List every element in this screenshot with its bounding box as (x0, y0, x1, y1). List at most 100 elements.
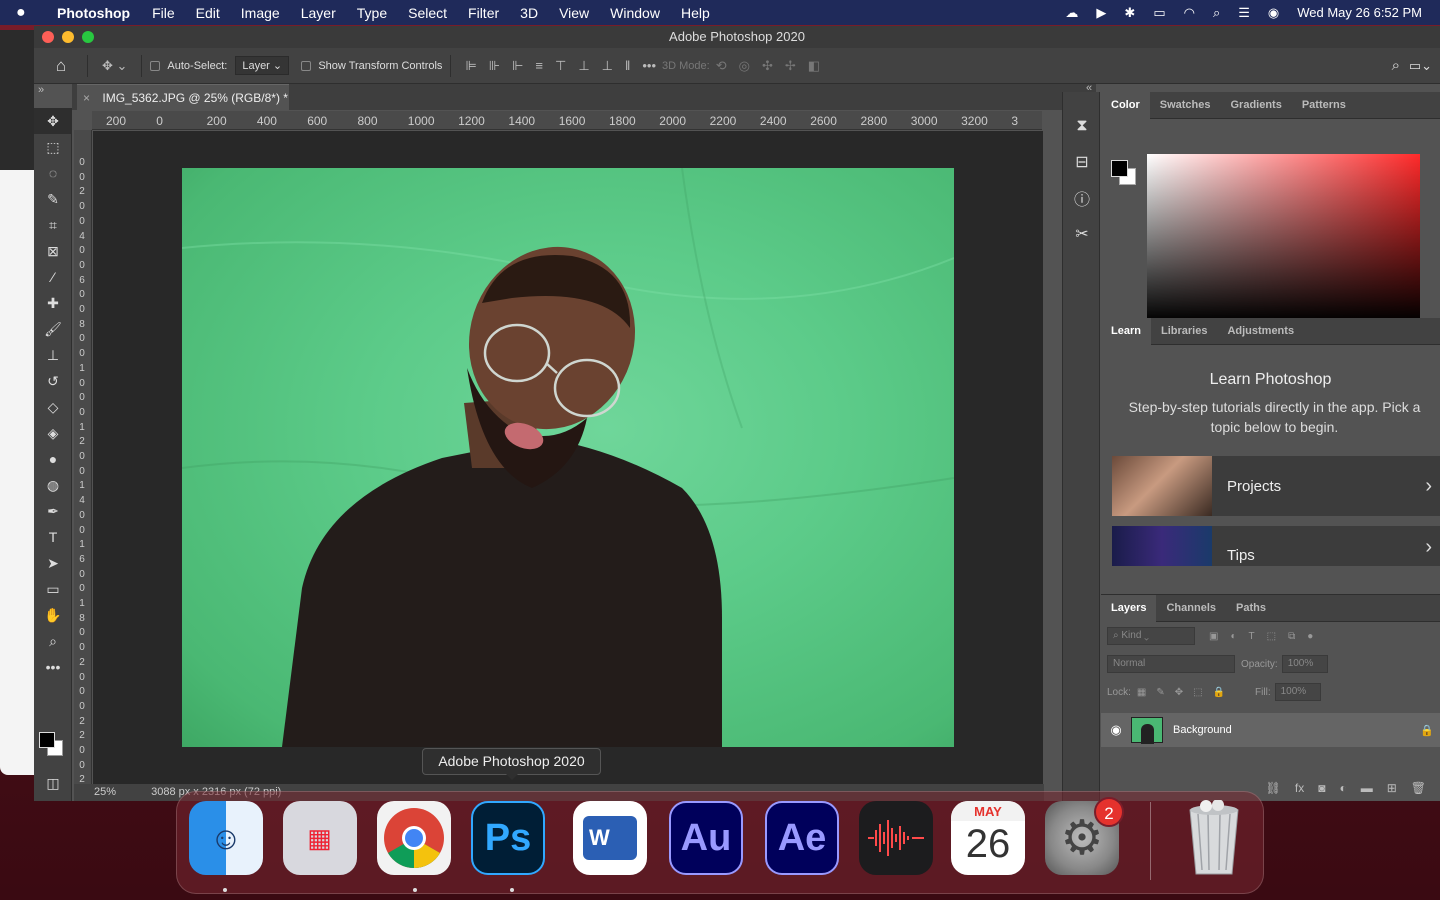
panel-foreground-swatch[interactable] (1111, 160, 1128, 177)
tab-channels[interactable]: Channels (1156, 595, 1226, 622)
menu-select[interactable]: Select (408, 5, 447, 21)
edit-toolbar-icon[interactable]: ••• (34, 654, 72, 680)
link-layers-icon[interactable]: ⛓ (1266, 781, 1281, 795)
crop-tool-icon[interactable]: ⌗ (34, 212, 72, 238)
tab-libraries[interactable]: Libraries (1151, 318, 1217, 345)
dodge-tool-icon[interactable]: ◍ (34, 472, 72, 498)
zoom-level[interactable]: 25% (94, 786, 116, 798)
move-tool-preset-icon[interactable]: ✥ ⌄ (102, 58, 127, 74)
zoom-window-button[interactable] (82, 31, 94, 43)
screen-mode-icon[interactable]: ⧉ (34, 794, 72, 802)
align-top-icon[interactable]: ⊤ (555, 58, 566, 74)
eye-icon[interactable]: ◉ (1101, 722, 1131, 738)
type-tool-icon[interactable]: T (34, 524, 72, 550)
blur-tool-icon[interactable]: ● (34, 446, 72, 472)
home-icon[interactable]: ⌂ (43, 56, 79, 76)
minimize-window-button[interactable] (62, 31, 74, 43)
filter-adjustment-icon[interactable]: ◐ (1230, 631, 1236, 642)
rectangle-tool-icon[interactable]: ▭ (34, 576, 72, 602)
blend-mode-dropdown[interactable]: Normal (1107, 655, 1235, 673)
move-tool-icon[interactable]: ✥ (34, 108, 72, 134)
launchpad-icon[interactable]: ▦ (283, 801, 357, 875)
menu-help[interactable]: Help (681, 5, 710, 21)
kind-filter-dropdown[interactable]: ⌕ Kind ⌄ (1107, 627, 1195, 645)
close-tab-icon[interactable]: × (83, 91, 90, 105)
menu-3d[interactable]: 3D (520, 5, 538, 21)
more-options-button[interactable]: ••• (642, 58, 656, 73)
paint-bucket-tool-icon[interactable]: ◈ (34, 420, 72, 446)
tips-card[interactable]: Tips › (1112, 526, 1440, 566)
lock-transparency-icon[interactable]: ▦ (1137, 687, 1146, 698)
filter-toggle-icon[interactable]: ● (1307, 631, 1313, 642)
healing-brush-tool-icon[interactable]: ✚ (34, 290, 72, 316)
brush-tool-icon[interactable]: 🖌 (34, 316, 72, 342)
trash-icon[interactable]: 🗑 (1411, 781, 1426, 795)
quick-mask-icon[interactable]: ◫ (34, 770, 72, 796)
eyedropper-tool-icon[interactable]: ⁄ (34, 264, 72, 290)
search-icon[interactable]: ⌕ (1392, 57, 1400, 74)
wifi-icon[interactable]: ◠ (1184, 5, 1195, 21)
new-group-icon[interactable]: ▬ (1361, 781, 1373, 795)
lock-image-icon[interactable]: ✎ (1156, 687, 1164, 698)
3d-slide-icon[interactable]: ✢ (785, 58, 796, 74)
fill-input[interactable]: 100% (1274, 683, 1321, 701)
quick-select-tool-icon[interactable]: ✎ (34, 186, 72, 212)
tab-learn[interactable]: Learn (1101, 317, 1151, 345)
align-middle-icon[interactable]: ⊥ (578, 58, 589, 74)
tab-swatches[interactable]: Swatches (1150, 92, 1221, 119)
play-icon[interactable]: ▶ (1096, 5, 1106, 21)
path-selection-tool-icon[interactable]: ➤ (34, 550, 72, 576)
tab-paths[interactable]: Paths (1226, 595, 1276, 622)
document-tab[interactable]: × IMG_5362.JPG @ 25% (RGB/8*) * (77, 84, 289, 110)
tools-preset-icon[interactable]: ✂ (1063, 216, 1101, 252)
spotlight-search-icon[interactable]: ⌕ (1213, 5, 1220, 21)
eraser-tool-icon[interactable]: ◇ (34, 394, 72, 420)
menu-layer[interactable]: Layer (301, 5, 336, 21)
distribute-icon[interactable]: ≡ (535, 58, 543, 73)
marquee-tool-icon[interactable]: ⬚ (34, 134, 72, 160)
tab-adjustments[interactable]: Adjustments (1217, 318, 1304, 345)
projects-card[interactable]: Projects › (1112, 456, 1440, 516)
3d-roll-icon[interactable]: ◎ (739, 58, 750, 74)
opacity-input[interactable]: 100% (1281, 655, 1328, 673)
voice-memos-icon[interactable] (859, 801, 933, 875)
filter-shape-icon[interactable]: ⬚ (1267, 631, 1276, 642)
word-icon[interactable]: W (573, 801, 647, 875)
finder-icon[interactable]: ☺ (189, 801, 263, 875)
history-brush-tool-icon[interactable]: ↺ (34, 368, 72, 394)
distribute-vertical-icon[interactable]: ‖ (625, 58, 630, 73)
properties-panel-icon[interactable]: ⊟ (1063, 144, 1101, 180)
expand-toolbar-icon[interactable]: » (38, 84, 44, 96)
lock-artboard-icon[interactable]: ⬚ (1193, 687, 1202, 698)
creative-cloud-icon[interactable]: ☁ (1065, 5, 1078, 21)
calendar-icon[interactable]: MAY 26 (951, 801, 1025, 875)
foreground-color-swatch[interactable] (39, 732, 55, 748)
filter-smart-object-icon[interactable]: ⧉ (1288, 631, 1295, 642)
auto-select-dropdown[interactable]: Layer ⌄ (235, 56, 290, 75)
close-window-button[interactable] (42, 31, 54, 43)
filter-type-icon[interactable]: T (1249, 631, 1255, 642)
workspace-icon[interactable]: ▭⌄ (1409, 58, 1432, 74)
menu-app-name[interactable]: Photoshop (57, 5, 130, 21)
align-left-icon[interactable]: ⊫ (465, 58, 476, 74)
info-panel-icon[interactable]: ⓘ (1063, 180, 1101, 216)
align-bottom-icon[interactable]: ⊥ (602, 58, 613, 74)
auto-select-checkbox[interactable] (150, 60, 161, 71)
photoshop-dock-icon[interactable]: Ps (471, 801, 545, 875)
apple-icon[interactable]: ● (16, 4, 44, 22)
history-panel-icon[interactable]: ⧗ (1063, 108, 1101, 144)
fx-icon[interactable]: fx (1295, 781, 1304, 795)
show-transform-checkbox[interactable] (301, 60, 312, 71)
align-right-icon[interactable]: ⊩ (512, 58, 523, 74)
tab-layers[interactable]: Layers (1101, 594, 1157, 622)
lock-all-icon[interactable]: 🔒 (1213, 687, 1225, 698)
add-mask-icon[interactable]: ◙ (1318, 781, 1325, 795)
clone-stamp-tool-icon[interactable]: ⊥ (34, 342, 72, 368)
3d-camera-icon[interactable]: ◧ (808, 58, 820, 74)
align-center-icon[interactable]: ⊪ (489, 58, 500, 74)
menu-window[interactable]: Window (610, 5, 660, 21)
frame-tool-icon[interactable]: ⊠ (34, 238, 72, 264)
lock-position-icon[interactable]: ✥ (1175, 687, 1183, 698)
menu-type[interactable]: Type (357, 5, 387, 21)
hand-tool-icon[interactable]: ✋ (34, 602, 72, 628)
